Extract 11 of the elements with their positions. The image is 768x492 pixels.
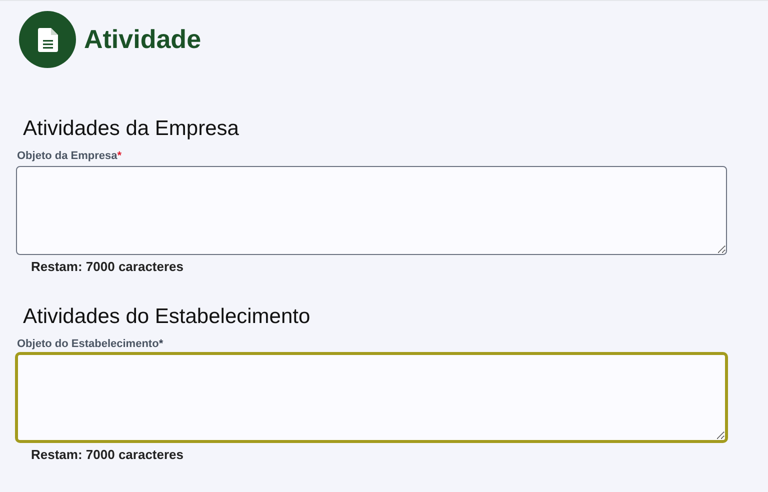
field-label: Objeto do Estabelecimento — [17, 337, 159, 351]
required-mark: * — [117, 149, 122, 163]
field-label: Objeto da Empresa — [17, 149, 118, 163]
text-area[interactable] — [16, 166, 727, 255]
character-counter: Restam: 7000 caracteres — [30, 447, 184, 463]
section-heading: Atividades da Empresa — [22, 116, 240, 142]
page-title: Atividade — [84, 23, 202, 56]
character-counter: Restam: 7000 caracteres — [30, 259, 184, 275]
text-area[interactable] — [15, 352, 728, 443]
section-heading: Atividades do Estabelecimento — [22, 304, 312, 330]
required-mark: * — [158, 337, 164, 351]
